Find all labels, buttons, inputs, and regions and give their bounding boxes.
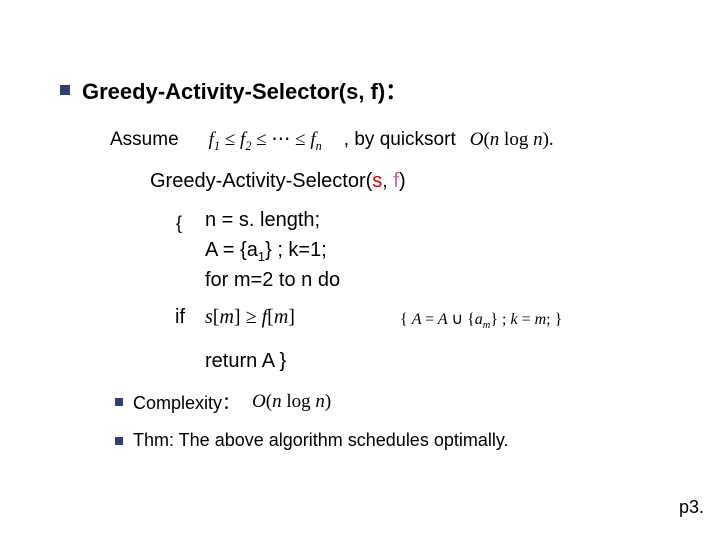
n-assign: n = s. length;: [205, 209, 320, 232]
if-keyword: if: [175, 306, 185, 328]
by-quicksort: , by quicksort: [344, 129, 456, 151]
comma: ,: [382, 170, 393, 192]
arg-s: s: [372, 170, 382, 192]
if-A-union: A = A ∪ {am}: [412, 311, 498, 328]
algo-name: Greedy-Activity-Selector(: [150, 170, 372, 192]
thm-text: Thm: The above algorithm schedules optim…: [133, 430, 509, 451]
A-sub: 1: [258, 249, 265, 264]
if-body: { A = A ∪ {am} ; k = m; }: [400, 309, 562, 331]
A-assign: A = {a1} ; k=1;: [205, 239, 327, 264]
assume-complexity: O(n log n).: [470, 129, 554, 151]
return-line: return A }: [205, 350, 286, 373]
brace-close: }: [551, 311, 563, 328]
square-bullet-icon: [60, 85, 70, 95]
page-number: p3.: [679, 497, 704, 518]
assume-label: Assume: [110, 129, 179, 151]
title-text: Greedy-Activity-Selector(s, f)：: [82, 74, 407, 106]
semi1: ;: [498, 311, 510, 328]
cond-fm: f[m]: [262, 306, 295, 328]
for-line: for m=2 to n do: [205, 269, 340, 292]
open-brace: {: [176, 213, 182, 234]
assume-line: Assume f1 ≤ f2 ≤ ⋯ ≤ fn , by quicksort O…: [110, 128, 554, 154]
A-prefix: A = {a: [205, 239, 258, 261]
complexity-value: O(n log n): [252, 391, 331, 413]
cond-op: ≥: [246, 306, 262, 328]
square-bullet-icon: [115, 437, 123, 445]
title-line: Greedy-Activity-Selector(s, f)：: [60, 74, 407, 106]
algo-title: Greedy-Activity-Selector(s, f): [150, 170, 406, 193]
cond-sm: s[m]: [205, 306, 241, 328]
close-paren: ): [399, 170, 406, 192]
A-suffix: } ; k=1;: [265, 239, 327, 261]
brace-open: {: [400, 311, 412, 328]
assume-condition: f1 ≤ f2 ≤ ⋯ ≤ fn: [209, 128, 322, 154]
square-bullet-icon: [115, 398, 123, 406]
if-line: if s[m] ≥ f[m]: [175, 306, 295, 329]
complexity-label: Complexity：: [133, 389, 240, 415]
if-k: k = m;: [510, 311, 550, 328]
complexity-line: Complexity： O(n log n): [115, 389, 331, 415]
slide: Greedy-Activity-Selector(s, f)： Assume f…: [0, 0, 720, 540]
thm-line: Thm: The above algorithm schedules optim…: [115, 430, 509, 451]
